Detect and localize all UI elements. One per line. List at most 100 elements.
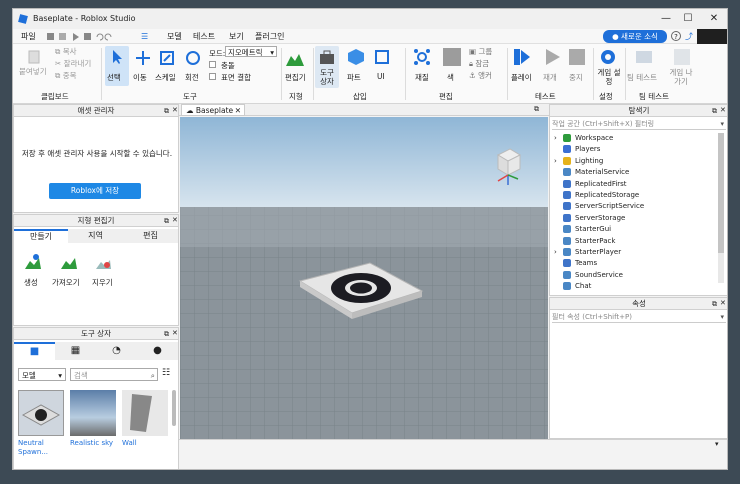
menu-plugins[interactable]: 플러그인	[255, 31, 284, 42]
customize-icon[interactable]: ☰	[141, 32, 151, 41]
paste-button[interactable]: 붙여넣기	[19, 66, 47, 77]
help-icon[interactable]: ?	[671, 31, 681, 41]
explorer-item-starterpack[interactable]: StarterPack	[554, 236, 714, 247]
command-bar[interactable]: ▾	[179, 439, 727, 451]
resume-button[interactable]: 재개	[543, 72, 557, 83]
chevron-down-icon[interactable]: ▾	[715, 440, 719, 448]
select-tool-button[interactable]: 선택	[105, 46, 129, 86]
menu-test[interactable]: 테스트	[193, 31, 215, 42]
maximize-button[interactable]: ☐	[675, 11, 701, 27]
game-settings-button[interactable]: 게임 설정	[597, 68, 621, 86]
team-test-button[interactable]: 팀 테스트	[627, 72, 657, 83]
menu-file[interactable]: 파일	[21, 31, 36, 42]
pop-out-icon[interactable]: ⧉	[712, 107, 717, 116]
close-button[interactable]: ✕	[701, 11, 727, 27]
ui-button[interactable]: UI	[377, 72, 385, 81]
generate-button[interactable]: 생성	[24, 277, 38, 288]
terrain-editor-button[interactable]: 편집기	[285, 72, 306, 83]
close-tab-icon[interactable]: ✕	[235, 105, 241, 116]
toolbox-button[interactable]: 도구 상자	[315, 46, 339, 88]
category-dropdown[interactable]: 모델 ▾	[18, 368, 66, 381]
scrollbar-thumb[interactable]	[718, 133, 724, 253]
explorer-filter-input[interactable]: 작업 공간 (Ctrl+Shift+X) 필터링 ▾	[552, 119, 726, 130]
expand-arrow-icon[interactable]: ›	[554, 133, 563, 144]
anchor-button[interactable]: ⚓︎ 앵커	[469, 70, 492, 81]
creations-tab[interactable]: ●	[137, 342, 178, 360]
material-button[interactable]: 재질	[415, 72, 429, 83]
explorer-scrollbar[interactable]	[718, 133, 724, 283]
tab-create[interactable]: 만들기	[14, 229, 68, 243]
close-panel-icon[interactable]: ✕	[172, 106, 178, 114]
copy-button[interactable]: ⧉ 복사	[55, 46, 77, 57]
mode-dropdown[interactable]: 지오메트릭 ▾	[225, 46, 277, 57]
stop-button[interactable]: 중지	[569, 72, 583, 83]
menu-view[interactable]: 보기	[229, 31, 244, 42]
pop-out-icon[interactable]: ⧉	[164, 217, 169, 226]
collisions-checkbox[interactable]	[209, 61, 216, 68]
cut-button[interactable]: ✂ 잘라내기	[55, 58, 91, 69]
search-input[interactable]: 검색 ⌕	[70, 368, 158, 381]
explorer-item-workspace[interactable]: › Workspace	[554, 133, 714, 144]
menu-model[interactable]: 모델	[167, 31, 182, 42]
explorer-item-lighting[interactable]: › Lighting	[554, 156, 714, 167]
neutral-spawn-thumbnail[interactable]	[18, 390, 64, 436]
group-button[interactable]: ▣ 그룹	[469, 46, 492, 57]
import-button[interactable]: 가져오기	[52, 277, 80, 288]
expand-arrow-icon[interactable]: ›	[554, 156, 563, 167]
rotate-tool-button[interactable]: 회전	[185, 72, 199, 83]
neutral-spawn-label[interactable]: Neutral Spawn...	[18, 439, 66, 457]
play-button[interactable]: 플레이	[511, 72, 532, 83]
clear-button[interactable]: 지우기	[92, 277, 113, 288]
toolbox-title: 도구 상자	[14, 328, 178, 340]
explorer-item-teams[interactable]: Teams	[554, 258, 714, 269]
explorer-item-materialservice[interactable]: MaterialService	[554, 167, 714, 178]
shopping-bag-icon: ■	[29, 346, 40, 357]
explorer-item-players[interactable]: Players	[554, 144, 714, 155]
close-panel-icon[interactable]: ✕	[720, 106, 726, 114]
expand-arrow-icon[interactable]: ›	[554, 247, 563, 258]
realistic-sky-thumbnail[interactable]	[70, 390, 116, 436]
scale-tool-button[interactable]: 스케일	[155, 72, 176, 83]
explorer-item-chat[interactable]: Chat	[554, 281, 714, 292]
inventory-tab[interactable]: ▦	[55, 342, 96, 360]
close-panel-icon[interactable]: ✕	[172, 216, 178, 224]
pop-out-icon[interactable]: ⧉	[534, 105, 539, 114]
explorer-item-soundservice[interactable]: SoundService	[554, 270, 714, 281]
tab-edit[interactable]: 편집	[123, 229, 178, 243]
baseplate-tab[interactable]: ☁ Baseplate ✕	[181, 104, 245, 116]
pop-out-icon[interactable]: ⧉	[164, 330, 169, 339]
filter-icon[interactable]: ☷	[162, 368, 170, 378]
exit-game-button[interactable]: 게임 나가기	[669, 68, 693, 86]
lock-button[interactable]: 🔒︎ 잠금	[469, 58, 489, 69]
toolbox-scrollbar[interactable]	[172, 390, 176, 426]
explorer-item-starterplayer[interactable]: › StarterPlayer	[554, 247, 714, 258]
explorer-item-serverstorage[interactable]: ServerStorage	[554, 213, 714, 224]
realistic-sky-label[interactable]: Realistic sky	[70, 439, 113, 447]
recent-tab[interactable]: ◔	[96, 342, 137, 360]
color-button[interactable]: 색	[447, 72, 454, 83]
save-local-icon	[59, 33, 66, 40]
close-panel-icon[interactable]: ✕	[172, 329, 178, 337]
save-to-roblox-button[interactable]: Roblox에 저장	[49, 183, 141, 199]
news-button[interactable]: ● 새로운 소식	[603, 30, 667, 43]
account-area[interactable]	[697, 29, 727, 44]
pop-out-icon[interactable]: ⧉	[712, 300, 717, 309]
wall-thumbnail[interactable]	[122, 390, 168, 436]
tab-region[interactable]: 지역	[68, 229, 123, 243]
explorer-item-startergui[interactable]: StarterGui	[554, 224, 714, 235]
wall-label[interactable]: Wall	[122, 439, 137, 447]
explorer-item-serverscriptservice[interactable]: ServerScriptService	[554, 201, 714, 212]
explorer-item-replicatedstorage[interactable]: ReplicatedStorage	[554, 190, 714, 201]
move-tool-button[interactable]: 이동	[133, 72, 147, 83]
part-button[interactable]: 파트	[347, 72, 361, 83]
marketplace-tab[interactable]: ■	[14, 342, 55, 360]
surface-join-checkbox[interactable]	[209, 73, 216, 80]
properties-filter-input[interactable]: 필터 속성 (Ctrl+Shift+P) ▾	[552, 312, 726, 323]
divider	[101, 48, 102, 100]
pop-out-icon[interactable]: ⧉	[164, 107, 169, 116]
share-icon[interactable]: ⤴	[685, 31, 693, 42]
duplicate-button[interactable]: ⧉ 중복	[55, 70, 77, 81]
3d-viewport[interactable]	[180, 117, 548, 439]
close-panel-icon[interactable]: ✕	[720, 299, 726, 307]
explorer-item-replicatedfirst[interactable]: ReplicatedFirst	[554, 179, 714, 190]
